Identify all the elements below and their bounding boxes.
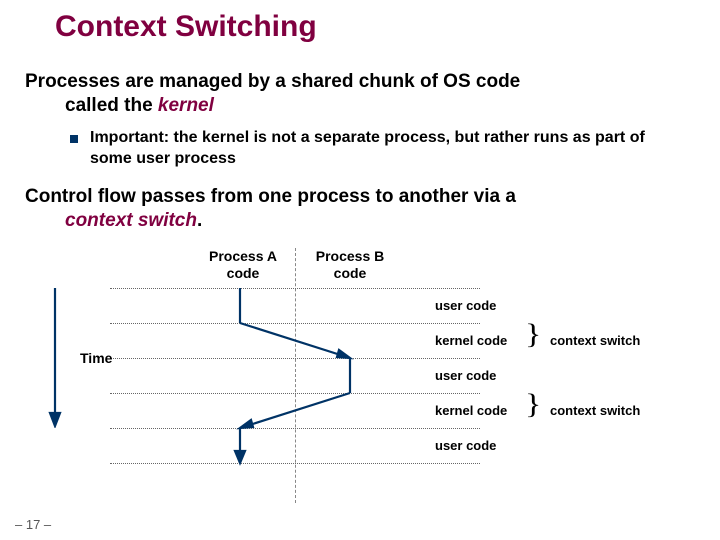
bullet2-line2: context switch. [25, 209, 695, 233]
slide-title: Context Switching [55, 10, 317, 44]
bullet1-line2: called the kernel [25, 94, 695, 118]
bullet1-line1: Processes are managed by a shared chunk … [25, 71, 520, 92]
sub-bullet-text: Important: the kernel is not a separate … [90, 128, 690, 170]
control-flow-path [30, 248, 710, 508]
bullet-square-icon [70, 135, 78, 143]
page-number: – 17 – [15, 517, 51, 532]
bullet2-suffix: . [197, 210, 202, 231]
bullet1-prefix: called the [65, 95, 158, 116]
context-switch-diagram: Process A code Process B code user code … [30, 248, 710, 503]
bullet-main-1: Processes are managed by a shared chunk … [25, 70, 695, 118]
bullet1-em: kernel [158, 95, 214, 116]
bullet2-line1: Control flow passes from one process to … [25, 186, 516, 207]
bullet2-em: context switch [65, 210, 197, 231]
bullet-main-2: Control flow passes from one process to … [25, 185, 695, 233]
sub-bullet-1: Important: the kernel is not a separate … [70, 128, 690, 170]
